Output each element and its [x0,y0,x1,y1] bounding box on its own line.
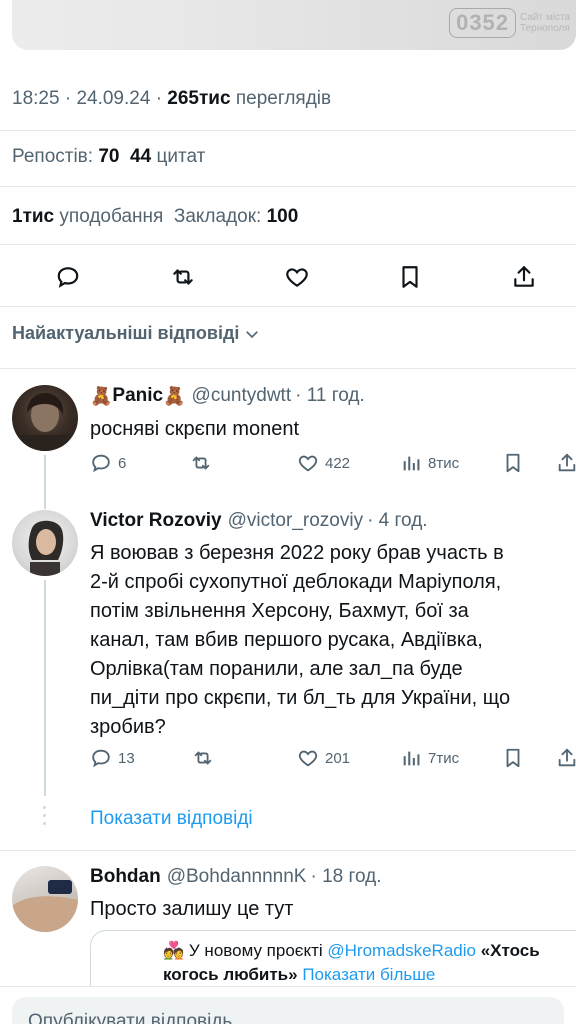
reply-input[interactable]: Опублікувати відповідь [12,997,564,1024]
divider [0,186,576,187]
share-button[interactable] [506,259,542,295]
watermark-logo: 0352 [449,8,517,38]
reply-header: Victor Rozoviy @victor_rozoviy · 4 год. [90,510,428,532]
divider [0,850,576,851]
avatar-photo [28,520,64,576]
retweet-icon [194,751,212,765]
display-name[interactable]: Victor Rozoviy [90,510,222,532]
views-count: 265тис [167,88,231,109]
like-button[interactable] [279,259,315,295]
heart-icon [286,268,308,287]
user-handle[interactable]: @BohdannnnnK [167,866,307,888]
tweet-timestamp-row: 18:25 · 24.09.24 · 265тис переглядів [12,88,332,109]
watermark: 0352 Сайт міста Тернополя [449,8,570,38]
bookmark-icon [402,266,418,288]
display-name[interactable]: Panic [112,385,163,407]
tweet-action-bar [0,259,576,295]
avatar[interactable] [12,385,78,451]
reply-button[interactable] [50,259,86,295]
reply-icon [92,454,110,473]
reply-composer: Опублікувати відповідь [0,986,576,1024]
reply-time[interactable]: · 18 год. [310,866,381,888]
bookmark-button[interactable] [502,747,524,769]
bookmarks-label: Закладок: [173,206,262,227]
divider [0,306,576,307]
thread-line [44,580,46,796]
user-handle[interactable]: @cuntydwtt [192,385,292,407]
avatar-photo [22,393,68,451]
likes-count: 1тис [12,206,55,227]
thread-line [44,455,46,495]
avatar-photo [12,880,78,932]
tweet-media-image[interactable]: 0352 Сайт міста Тернополя [12,0,576,50]
retweet-icon [173,269,193,285]
show-more-link[interactable]: Показати більше [298,965,435,984]
reply-count-button[interactable]: 6 [90,452,126,474]
divider [0,244,576,245]
heart-icon [298,750,318,767]
thread-continuation-dots [43,806,47,830]
thread-line [44,495,46,509]
divider [0,130,576,131]
show-replies-link[interactable]: Показати відповіді [90,808,253,830]
sort-label: Найактуальніші відповіді [12,323,240,343]
reply-time[interactable]: · 11 год. [295,385,365,407]
sort-replies-dropdown[interactable]: Найактуальніші відповіді [12,323,261,344]
share-icon [514,266,534,287]
likes-label: уподобання [59,206,164,227]
reply-header: 🧸 Panic 🧸 @cuntydwtt · 11 год. [90,385,365,407]
mention-link[interactable]: @HromadskeRadio [327,941,476,960]
tweet-date[interactable]: 24.09.24 [76,88,150,109]
divider [0,368,576,369]
like-count-button[interactable]: 422 [297,452,350,474]
reply-icon [92,749,110,768]
quotes-label: цитат [156,146,206,167]
reply-stats: 6 422 8тис [90,452,576,476]
reply-text: росняві скрєпи monent [90,418,300,440]
reposts-row[interactable]: Репостів: 70 44 цитат [12,146,205,168]
avatar[interactable] [12,510,78,576]
bookmark-button[interactable] [392,259,428,295]
like-count-button[interactable]: 201 [297,747,350,769]
reply-stats: 13 201 7тис [90,747,576,771]
quotes-count: 44 [130,146,152,167]
bookmark-icon [506,748,520,768]
retweet-button[interactable] [165,259,201,295]
reply-header: Bohdan @BohdannnnnK · 18 год. [90,866,382,888]
heart-icon [298,455,318,472]
bookmark-button[interactable] [502,452,524,474]
reply-text: Я воював з березня 2022 року брав участь… [90,542,511,738]
share-button[interactable] [556,452,576,474]
views-label: переглядів [235,88,332,109]
reply-icon [57,267,79,288]
watermark-caption: Сайт міста Тернополя [520,12,570,34]
reply-count-button[interactable]: 13 [90,747,135,769]
reply-time[interactable]: · 4 год. [367,510,427,532]
share-button[interactable] [556,747,576,769]
retweet-icon [192,456,210,470]
reposts-label: Репостів: [12,146,94,167]
retweet-count-button[interactable] [192,747,214,769]
analytics-icon [403,751,420,766]
reply-text: Просто залишу це тут [90,898,294,920]
share-icon [558,453,576,472]
reposts-count: 70 [98,146,120,167]
bookmarks-count: 100 [266,206,299,227]
retweet-count-button[interactable] [190,452,212,474]
views-count-button[interactable]: 7тис [400,747,459,769]
avatar[interactable] [12,866,78,932]
views-count-button[interactable]: 8тис [400,452,459,474]
chevron-down-icon [246,330,259,338]
bookmark-icon [506,453,520,473]
user-handle[interactable]: @victor_rozoviy [228,510,363,532]
quote-emoji: 💑 [163,941,185,960]
likes-row[interactable]: 1тис уподобання Закладок: 100 [12,206,298,228]
tweet-time[interactable]: 18:25 [12,88,60,109]
share-icon [558,748,576,767]
analytics-icon [403,456,420,471]
display-name[interactable]: Bohdan [90,866,161,888]
